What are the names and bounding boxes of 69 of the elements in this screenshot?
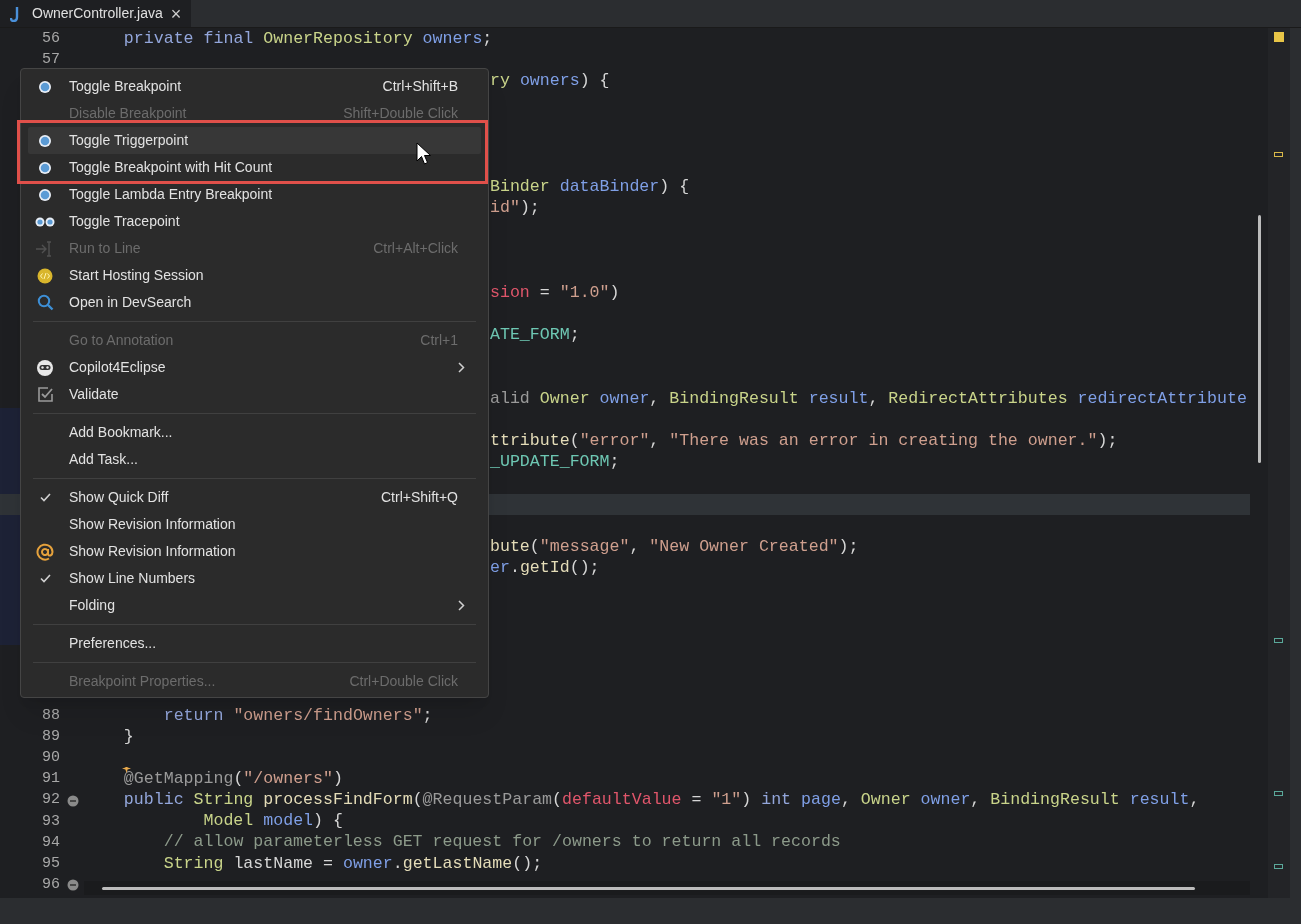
menu-item[interactable]: Open in DevSearch: [28, 289, 481, 316]
menu-item[interactable]: Toggle Tracepoint: [28, 208, 481, 235]
shortcut-label: Ctrl+Shift+B: [382, 77, 458, 96]
menu-item[interactable]: Add Task...: [28, 446, 481, 473]
code-line: bute("message", "New Owner Created");: [490, 535, 859, 558]
menu-item[interactable]: Show Revision Information: [28, 538, 481, 565]
breakpoint-icon: [38, 133, 52, 148]
code-line: er.getId();: [490, 556, 600, 579]
breakpoint-icon: [38, 187, 52, 202]
code-line: ttribute("error", "There was an error in creating the owner.");: [490, 429, 1118, 452]
code-line: _UPDATE_FORM;: [490, 450, 620, 473]
code-line: }: [123, 725, 134, 748]
fold-icon[interactable]: [67, 879, 79, 892]
menu-item[interactable]: Show Quick Diff Ctrl+Shift+Q: [28, 484, 481, 511]
breakpoint-icon: [38, 160, 52, 175]
mouse-cursor-icon: [416, 142, 432, 166]
menu-item[interactable]: Toggle Triggerpoint: [28, 127, 481, 154]
menu-item[interactable]: Folding: [28, 592, 481, 619]
code-line: Binder dataBinder) {: [490, 176, 690, 199]
shortcut-label: Ctrl+1: [420, 331, 458, 350]
tracepoint-icon: [35, 216, 55, 227]
code-line: ry owners) {: [490, 70, 610, 93]
menu-item[interactable]: Show Line Numbers: [28, 565, 481, 592]
menu-item[interactable]: Toggle Breakpoint Ctrl+Shift+B: [28, 73, 481, 100]
menu-item[interactable]: Start Hosting Session: [28, 262, 481, 289]
code-line: ATE_FORM;: [490, 324, 580, 347]
robot-icon: [36, 358, 54, 377]
code-line: @GetMapping("/owners"): [123, 768, 343, 791]
code-session-icon: [37, 267, 53, 284]
editor-tab[interactable]: OwnerController.java ×: [0, 0, 192, 27]
menu-item[interactable]: Toggle Lambda Entry Breakpoint: [28, 181, 481, 208]
code-line: public String processFindForm(@RequestParam(defaultValue = "1") int page, Owner owner, BindingResult result,: [123, 789, 1200, 812]
at-sign-icon: [36, 542, 54, 561]
code-line: return "owners/findOwners";: [163, 704, 433, 727]
breakpoint-icon: [38, 79, 52, 94]
search-icon: [36, 294, 54, 311]
line-number: 95: [42, 854, 60, 872]
code-line: // allow parameterless GET request for /owners to return all records: [163, 831, 841, 854]
line-number: 91: [42, 770, 60, 788]
java-file-icon: [10, 5, 20, 22]
shortcut-label: Shift+Double Click: [343, 104, 458, 123]
line-number: 94: [42, 833, 60, 851]
line-number: 56: [42, 30, 60, 48]
menu-item[interactable]: Add Bookmark...: [28, 419, 481, 446]
shortcut-label: Ctrl+Double Click: [349, 672, 458, 691]
menu-item[interactable]: Show Revision Information: [28, 511, 481, 538]
line-number: 88: [42, 706, 60, 724]
code-line: private final OwnerRepository owners;: [123, 28, 493, 51]
code-line: alid Owner owner, BindingResult result, RedirectAttributes redirectAttribute: [490, 387, 1247, 410]
code-line: sion = "1.0"): [490, 281, 620, 304]
code-line: id");: [490, 197, 540, 220]
menu-item[interactable]: Preferences...: [28, 630, 481, 657]
menu-item[interactable]: Validate: [28, 381, 481, 408]
line-number: 90: [42, 749, 60, 767]
shortcut-label: Ctrl+Shift+Q: [380, 488, 458, 507]
close-button[interactable]: ×: [170, 4, 182, 23]
horizontal-scrollbar[interactable]: [84, 881, 1250, 895]
menu-item[interactable]: Copilot4Eclipse: [28, 354, 481, 381]
line-number: 96: [42, 875, 60, 893]
tab-title: OwnerController.java: [32, 4, 163, 23]
line-number: 93: [42, 812, 60, 830]
line-number: 89: [42, 727, 60, 745]
checkbox-icon: [36, 386, 54, 403]
code-line: Model model) {: [203, 810, 343, 833]
line-number: 92: [42, 791, 60, 809]
code-line: String lastName = owner.getLastName();: [163, 852, 543, 875]
line-number: 57: [42, 51, 60, 69]
shortcut-label: Ctrl+Alt+Click: [373, 239, 458, 258]
fold-icon[interactable]: [67, 794, 79, 807]
